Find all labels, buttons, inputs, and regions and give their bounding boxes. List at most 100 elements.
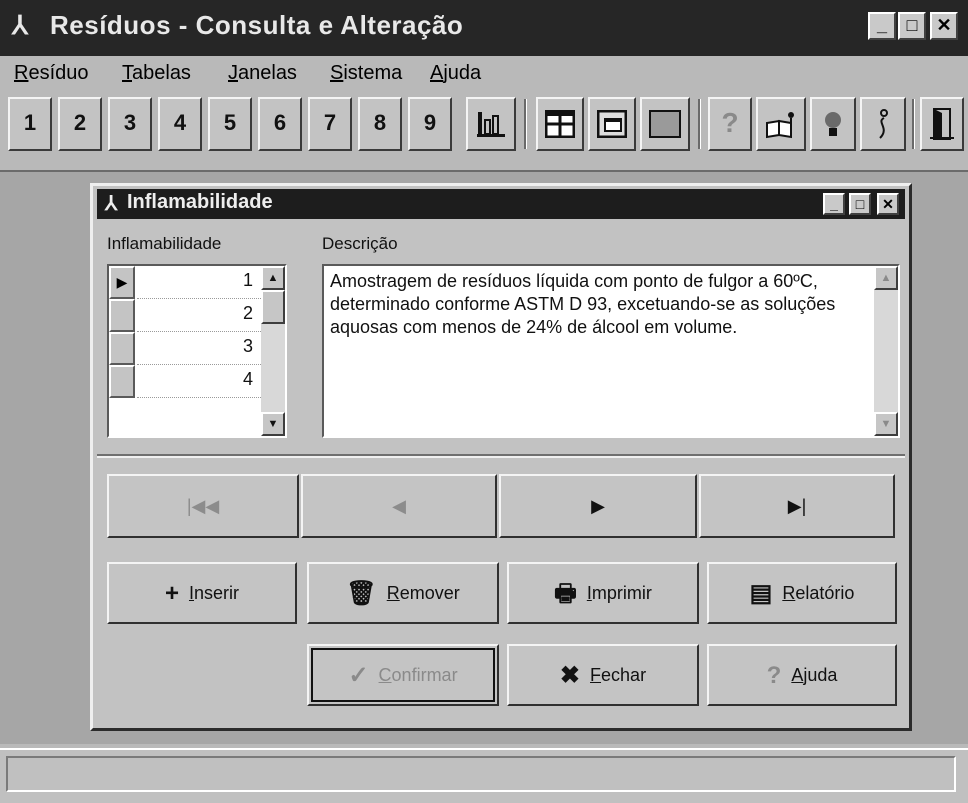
chart-button[interactable]: [466, 97, 516, 151]
grid-label: Inflamabilidade: [107, 234, 222, 253]
cascade-icon: [596, 109, 628, 139]
cascade-button[interactable]: [588, 97, 636, 151]
grid-row[interactable]: ▶ 1: [109, 266, 261, 299]
toolbar-button-4[interactable]: 4: [158, 97, 202, 151]
grid-cell[interactable]: 1: [137, 270, 253, 291]
toolbar-button-6[interactable]: 6: [258, 97, 302, 151]
about-icon: [879, 109, 888, 139]
inflamabilidade-grid[interactable]: ▶ 1 2 3 4 ▲ ▼: [107, 264, 287, 438]
menu-sistema[interactable]: Sistema: [330, 62, 402, 85]
person-icon: ⅄: [105, 193, 118, 215]
insert-button[interactable]: + Inserir: [107, 562, 297, 624]
menu-janelas[interactable]: Janelas: [228, 62, 297, 85]
description-text[interactable]: Amostragem de resíduos líquida com ponto…: [330, 270, 860, 339]
help-icon: ?: [721, 107, 739, 138]
title-bar: ⅄ Resíduos - Consulta e Alteração _ □ ✕: [0, 0, 968, 56]
menu-bar: Resíduo Tabelas Janelas Sistema Ajuda: [0, 58, 968, 92]
dialog-maximize-button[interactable]: □: [849, 193, 871, 215]
tip-icon: [825, 112, 841, 137]
scroll-thumb[interactable]: [261, 290, 285, 324]
minimize-button[interactable]: _: [868, 12, 896, 40]
window-button[interactable]: [640, 97, 690, 151]
about-button[interactable]: [860, 97, 906, 151]
confirm-button[interactable]: ✓ Confirmar: [307, 644, 499, 706]
exit-button[interactable]: [920, 97, 964, 151]
grid-cell[interactable]: 2: [137, 303, 253, 324]
tile-button[interactable]: [536, 97, 584, 151]
toolbar-button-9[interactable]: 9: [408, 97, 452, 151]
row-indicator: [109, 365, 135, 398]
toolbar-button-2[interactable]: 2: [58, 97, 102, 151]
close-dialog-button[interactable]: ✖ Fechar: [507, 644, 699, 706]
toolbar-button-5[interactable]: 5: [208, 97, 252, 151]
memo-label: Descrição: [322, 234, 398, 253]
maximize-button[interactable]: □: [898, 12, 926, 40]
status-bar: [0, 748, 968, 803]
scroll-up-arrow-icon[interactable]: ▲: [874, 266, 898, 290]
nav-prior-button[interactable]: ◀: [301, 474, 497, 538]
dialog-close-button[interactable]: ✕: [877, 193, 899, 215]
row-indicator: [109, 299, 135, 332]
menu-ajuda[interactable]: Ajuda: [430, 62, 481, 85]
toolbar-button-7[interactable]: 7: [308, 97, 352, 151]
menu-tabelas[interactable]: Tabelas: [122, 62, 191, 85]
chart-icon: [477, 112, 505, 138]
scroll-down-arrow-icon[interactable]: ▼: [874, 412, 898, 436]
dialog-title-bar: ⅄ Inflamabilidade _ □ ✕: [97, 189, 905, 219]
close-button[interactable]: ✕: [930, 12, 958, 40]
person-icon: ⅄: [12, 10, 28, 40]
grid-cell[interactable]: 3: [137, 336, 253, 357]
exit-icon: [930, 108, 954, 141]
trash-icon: 🗑: [346, 580, 377, 607]
remove-button[interactable]: 🗑 Remover: [307, 562, 499, 624]
desktop: ⅄ Resíduos - Consulta e Alteração _ □ ✕ …: [0, 0, 968, 803]
toolbar-button-1[interactable]: 1: [8, 97, 52, 151]
info-book-icon: [766, 112, 794, 139]
toolbar-separator: [524, 99, 527, 149]
toolbar-separator: [698, 99, 701, 149]
inflamabilidade-window: ⅄ Inflamabilidade _ □ ✕ Inflamabilidade …: [90, 183, 912, 731]
prior-record-icon: ◀: [392, 496, 406, 516]
status-panel: [6, 756, 956, 792]
grid-line: [137, 397, 261, 398]
info-book-button[interactable]: [756, 97, 806, 151]
first-record-icon: |◀◀: [186, 496, 220, 516]
tile-icon: [544, 109, 576, 139]
scroll-down-arrow-icon[interactable]: ▼: [261, 412, 285, 436]
close-icon: ✖: [559, 662, 581, 689]
report-icon: ▤: [749, 580, 773, 607]
print-button[interactable]: 🖶 Imprimir: [507, 562, 699, 624]
window-icon: [649, 110, 681, 139]
grid-row[interactable]: 4: [109, 365, 261, 398]
report-button[interactable]: ▤ Relatório: [707, 562, 897, 624]
nav-last-button[interactable]: ▶|: [699, 474, 895, 538]
help-icon: ?: [766, 662, 782, 689]
printer-icon: 🖶: [554, 580, 577, 607]
help-button[interactable]: ?: [708, 97, 752, 151]
window-title: Resíduos - Consulta e Alteração: [50, 10, 464, 40]
menu-residuo[interactable]: Resíduo: [14, 62, 89, 85]
last-record-icon: ▶|: [787, 496, 807, 516]
nav-first-button[interactable]: |◀◀: [107, 474, 299, 538]
toolbar-button-3[interactable]: 3: [108, 97, 152, 151]
tip-button[interactable]: [810, 97, 856, 151]
toolbar-separator: [912, 99, 915, 149]
scroll-up-arrow-icon[interactable]: ▲: [261, 266, 285, 290]
nav-next-button[interactable]: ▶: [499, 474, 697, 538]
grid-row[interactable]: 2: [109, 299, 261, 332]
check-icon: ✓: [348, 662, 369, 689]
dialog-minimize-button[interactable]: _: [823, 193, 845, 215]
toolbar-button-8[interactable]: 8: [358, 97, 402, 151]
grid-row[interactable]: 3: [109, 332, 261, 365]
memo-scrollbar[interactable]: ▲ ▼: [874, 266, 898, 436]
row-indicator: [109, 332, 135, 365]
toolbar: 1 2 3 4 5 6 7 8 9 ?: [0, 95, 968, 165]
grid-scrollbar[interactable]: ▲ ▼: [261, 266, 285, 436]
grid-cell[interactable]: 4: [137, 369, 253, 390]
plus-icon: +: [164, 580, 179, 607]
description-memo[interactable]: Amostragem de resíduos líquida com ponto…: [322, 264, 900, 438]
next-record-icon: ▶: [591, 496, 605, 516]
divider: [97, 454, 905, 458]
help-dialog-button[interactable]: ? Ajuda: [707, 644, 897, 706]
dialog-title: Inflamabilidade: [127, 191, 273, 213]
